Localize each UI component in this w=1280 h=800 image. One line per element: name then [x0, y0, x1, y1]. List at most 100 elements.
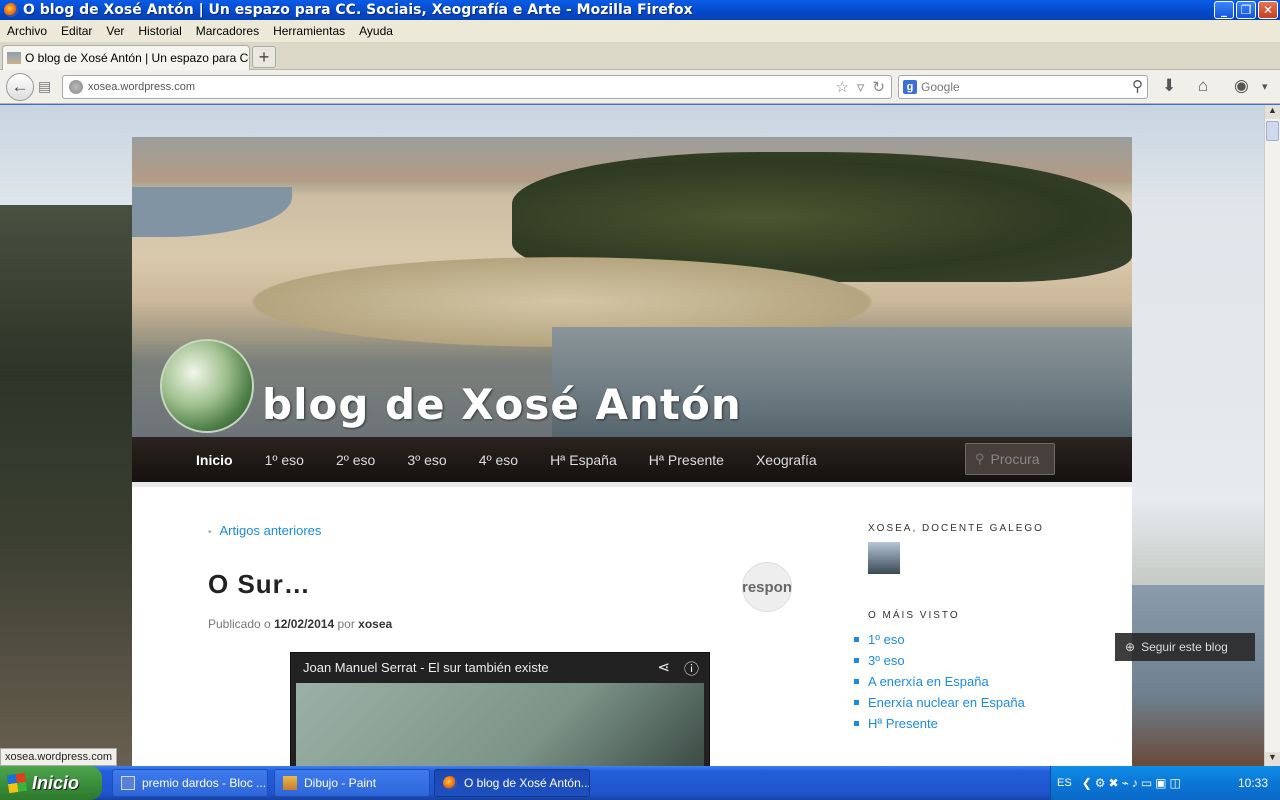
- downloads-icon[interactable]: ⬇: [1162, 76, 1176, 96]
- blog-title[interactable]: blog de Xosé Antón: [262, 380, 742, 429]
- tray-device-icon[interactable]: ▣: [1155, 776, 1166, 790]
- video-thumbnail[interactable]: [296, 683, 704, 766]
- bookmarks-icon[interactable]: ▤: [38, 78, 54, 94]
- top-post-item[interactable]: Enerxía nuclear en España: [854, 692, 1025, 713]
- background-trees: [0, 205, 132, 766]
- page-scrollbar[interactable]: ▲ ▼: [1264, 105, 1280, 766]
- comment-bubble[interactable]: respon: [742, 562, 792, 612]
- tab-blog[interactable]: O blog de Xosé Antón | Un espazo para CC…: [2, 45, 250, 70]
- blog-header-image[interactable]: blog de Xosé Antón: [132, 137, 1132, 437]
- tab-label: O blog de Xosé Antón | Un espazo para CC…: [25, 51, 250, 65]
- task-bloc[interactable]: premio dardos - Bloc ...: [112, 769, 268, 797]
- new-tab-button[interactable]: +: [252, 46, 276, 68]
- menu-marcadores[interactable]: Marcadores: [189, 24, 266, 38]
- scroll-down-icon[interactable]: ▼: [1265, 752, 1280, 766]
- tray-monitor-icon[interactable]: ▭: [1141, 776, 1152, 790]
- reload-icon[interactable]: ↻: [872, 78, 885, 96]
- author-avatar[interactable]: [868, 542, 900, 574]
- nav-2-eso[interactable]: 2º eso: [336, 452, 375, 468]
- post-meta: Publicado o 12/02/2014 por xosea: [208, 617, 393, 631]
- search-icon[interactable]: ⚲: [1132, 77, 1143, 95]
- post-title[interactable]: O Sur…: [208, 569, 311, 600]
- minimize-button[interactable]: _: [1214, 1, 1234, 19]
- top-post-item[interactable]: A enerxía en España: [854, 671, 1025, 692]
- post-author[interactable]: xosea: [358, 617, 392, 631]
- system-tray: ES ❮ ⚙ ✖ ⌁ ♪ ▭ ▣ ◫ 10:33: [1050, 766, 1280, 800]
- bullet-icon: •: [208, 527, 212, 538]
- menu-ayuda[interactable]: Ayuda: [352, 24, 400, 38]
- window-title: O blog de Xosé Antón | Un espazo para CC…: [23, 2, 693, 18]
- window-titlebar: O blog de Xosé Antón | Un espazo para CC…: [0, 0, 1280, 20]
- site-search-input[interactable]: ⚲ Procura: [965, 443, 1055, 475]
- firefox-icon: [4, 3, 18, 17]
- search-bar[interactable]: g Google ⚲: [898, 75, 1148, 99]
- main-content: • Artigos anteriores O Sur… respon Public…: [132, 482, 1132, 766]
- tab-bar: O blog de Xosé Antón | Un espazo para CC…: [0, 42, 1280, 70]
- tray-expand-icon[interactable]: ❮: [1082, 776, 1092, 790]
- menu-chevron-icon[interactable]: ▾: [1262, 80, 1268, 93]
- tray-security-icon[interactable]: ✖: [1109, 776, 1119, 790]
- nav-inicio[interactable]: Inicio: [196, 452, 233, 468]
- scroll-up-icon[interactable]: ▲: [1265, 105, 1280, 119]
- nav-historia-presente[interactable]: Hª Presente: [649, 452, 724, 468]
- tray-network-icon[interactable]: ⌁: [1122, 776, 1129, 790]
- task-paint[interactable]: Dibujo - Paint: [274, 769, 430, 797]
- tray-app-icon[interactable]: ⚙: [1095, 776, 1106, 790]
- nav-historia-espana[interactable]: Hª España: [550, 452, 617, 468]
- paint-icon: [283, 776, 297, 790]
- nav-xeografia[interactable]: Xeografía: [756, 452, 817, 468]
- status-bar: xosea.wordpress.com: [0, 748, 117, 766]
- back-button[interactable]: ←: [6, 73, 34, 101]
- favicon-icon: [7, 52, 21, 64]
- top-post-item[interactable]: 3º eso: [854, 650, 1025, 671]
- menu-herramientas[interactable]: Herramientas: [266, 24, 352, 38]
- start-button[interactable]: Inicio: [0, 766, 102, 800]
- notepad-icon: [121, 776, 135, 790]
- info-icon[interactable]: ⓘ: [684, 658, 699, 679]
- widget-title-author: XOSEA, DOCENTE GALEGO: [868, 523, 1044, 534]
- nav-1-eso[interactable]: 1º eso: [265, 452, 304, 468]
- plus-circle-icon: ⊕: [1125, 640, 1136, 654]
- taskbar: Inicio premio dardos - Bloc ... Dibujo -…: [0, 766, 1280, 800]
- top-posts-list: 1º eso 3º eso A enerxía en España Enerxí…: [854, 629, 1025, 734]
- tray-volume-icon[interactable]: ♪: [1132, 776, 1138, 790]
- video-title[interactable]: Joan Manuel Serrat - El sur también exis…: [303, 660, 549, 675]
- globe-logo-icon: [160, 339, 254, 433]
- follow-blog-button[interactable]: ⊕ Seguir este blog: [1115, 633, 1255, 661]
- menu-bar: Archivo Editar Ver Historial Marcadores …: [0, 20, 1280, 42]
- tray-update-icon[interactable]: ◫: [1170, 776, 1181, 790]
- home-icon[interactable]: ⌂: [1198, 76, 1208, 96]
- addon-icon[interactable]: ◉: [1234, 76, 1249, 96]
- menu-archivo[interactable]: Archivo: [0, 24, 54, 38]
- menu-ver[interactable]: Ver: [99, 24, 131, 38]
- top-post-item[interactable]: 1º eso: [854, 629, 1025, 650]
- video-embed[interactable]: Joan Manuel Serrat - El sur también exis…: [290, 652, 710, 766]
- menu-editar[interactable]: Editar: [54, 24, 99, 38]
- task-firefox[interactable]: O blog de Xosé Antón...: [434, 769, 590, 797]
- url-text: xosea.wordpress.com: [88, 81, 195, 93]
- nav-3-eso[interactable]: 3º eso: [407, 452, 446, 468]
- background-sea: [1132, 585, 1264, 766]
- star-icon[interactable]: ☆: [835, 78, 848, 96]
- maximize-button[interactable]: ❐: [1236, 1, 1256, 19]
- language-indicator[interactable]: ES: [1057, 777, 1072, 789]
- site-identity-icon[interactable]: [69, 80, 83, 94]
- url-bar[interactable]: xosea.wordpress.com ☆ ▿ ↻: [62, 75, 892, 99]
- menu-historial[interactable]: Historial: [131, 24, 188, 38]
- share-icon[interactable]: ⋖: [657, 658, 670, 679]
- close-button[interactable]: ✕: [1258, 1, 1278, 19]
- navigation-bar: ← ▤ xosea.wordpress.com ☆ ▿ ↻ g Google ⚲…: [0, 70, 1280, 104]
- search-placeholder: Google: [921, 80, 960, 94]
- dropdown-icon[interactable]: ▿: [857, 78, 865, 96]
- previous-posts-link[interactable]: • Artigos anteriores: [208, 523, 321, 538]
- post-date[interactable]: 12/02/2014: [274, 617, 334, 631]
- nav-4-eso[interactable]: 4º eso: [479, 452, 518, 468]
- clock[interactable]: 10:33: [1238, 776, 1268, 790]
- site-search-icon: ⚲: [975, 451, 985, 466]
- widget-title-top-posts: O MÁIS VISTO: [868, 610, 960, 621]
- scroll-thumb[interactable]: [1266, 121, 1279, 141]
- site-search-placeholder: Procura: [990, 451, 1040, 467]
- top-post-item[interactable]: Hª Presente: [854, 713, 1025, 734]
- page-viewport: blog de Xosé Antón Inicio 1º eso 2º eso …: [0, 105, 1264, 766]
- google-icon[interactable]: g: [903, 80, 917, 94]
